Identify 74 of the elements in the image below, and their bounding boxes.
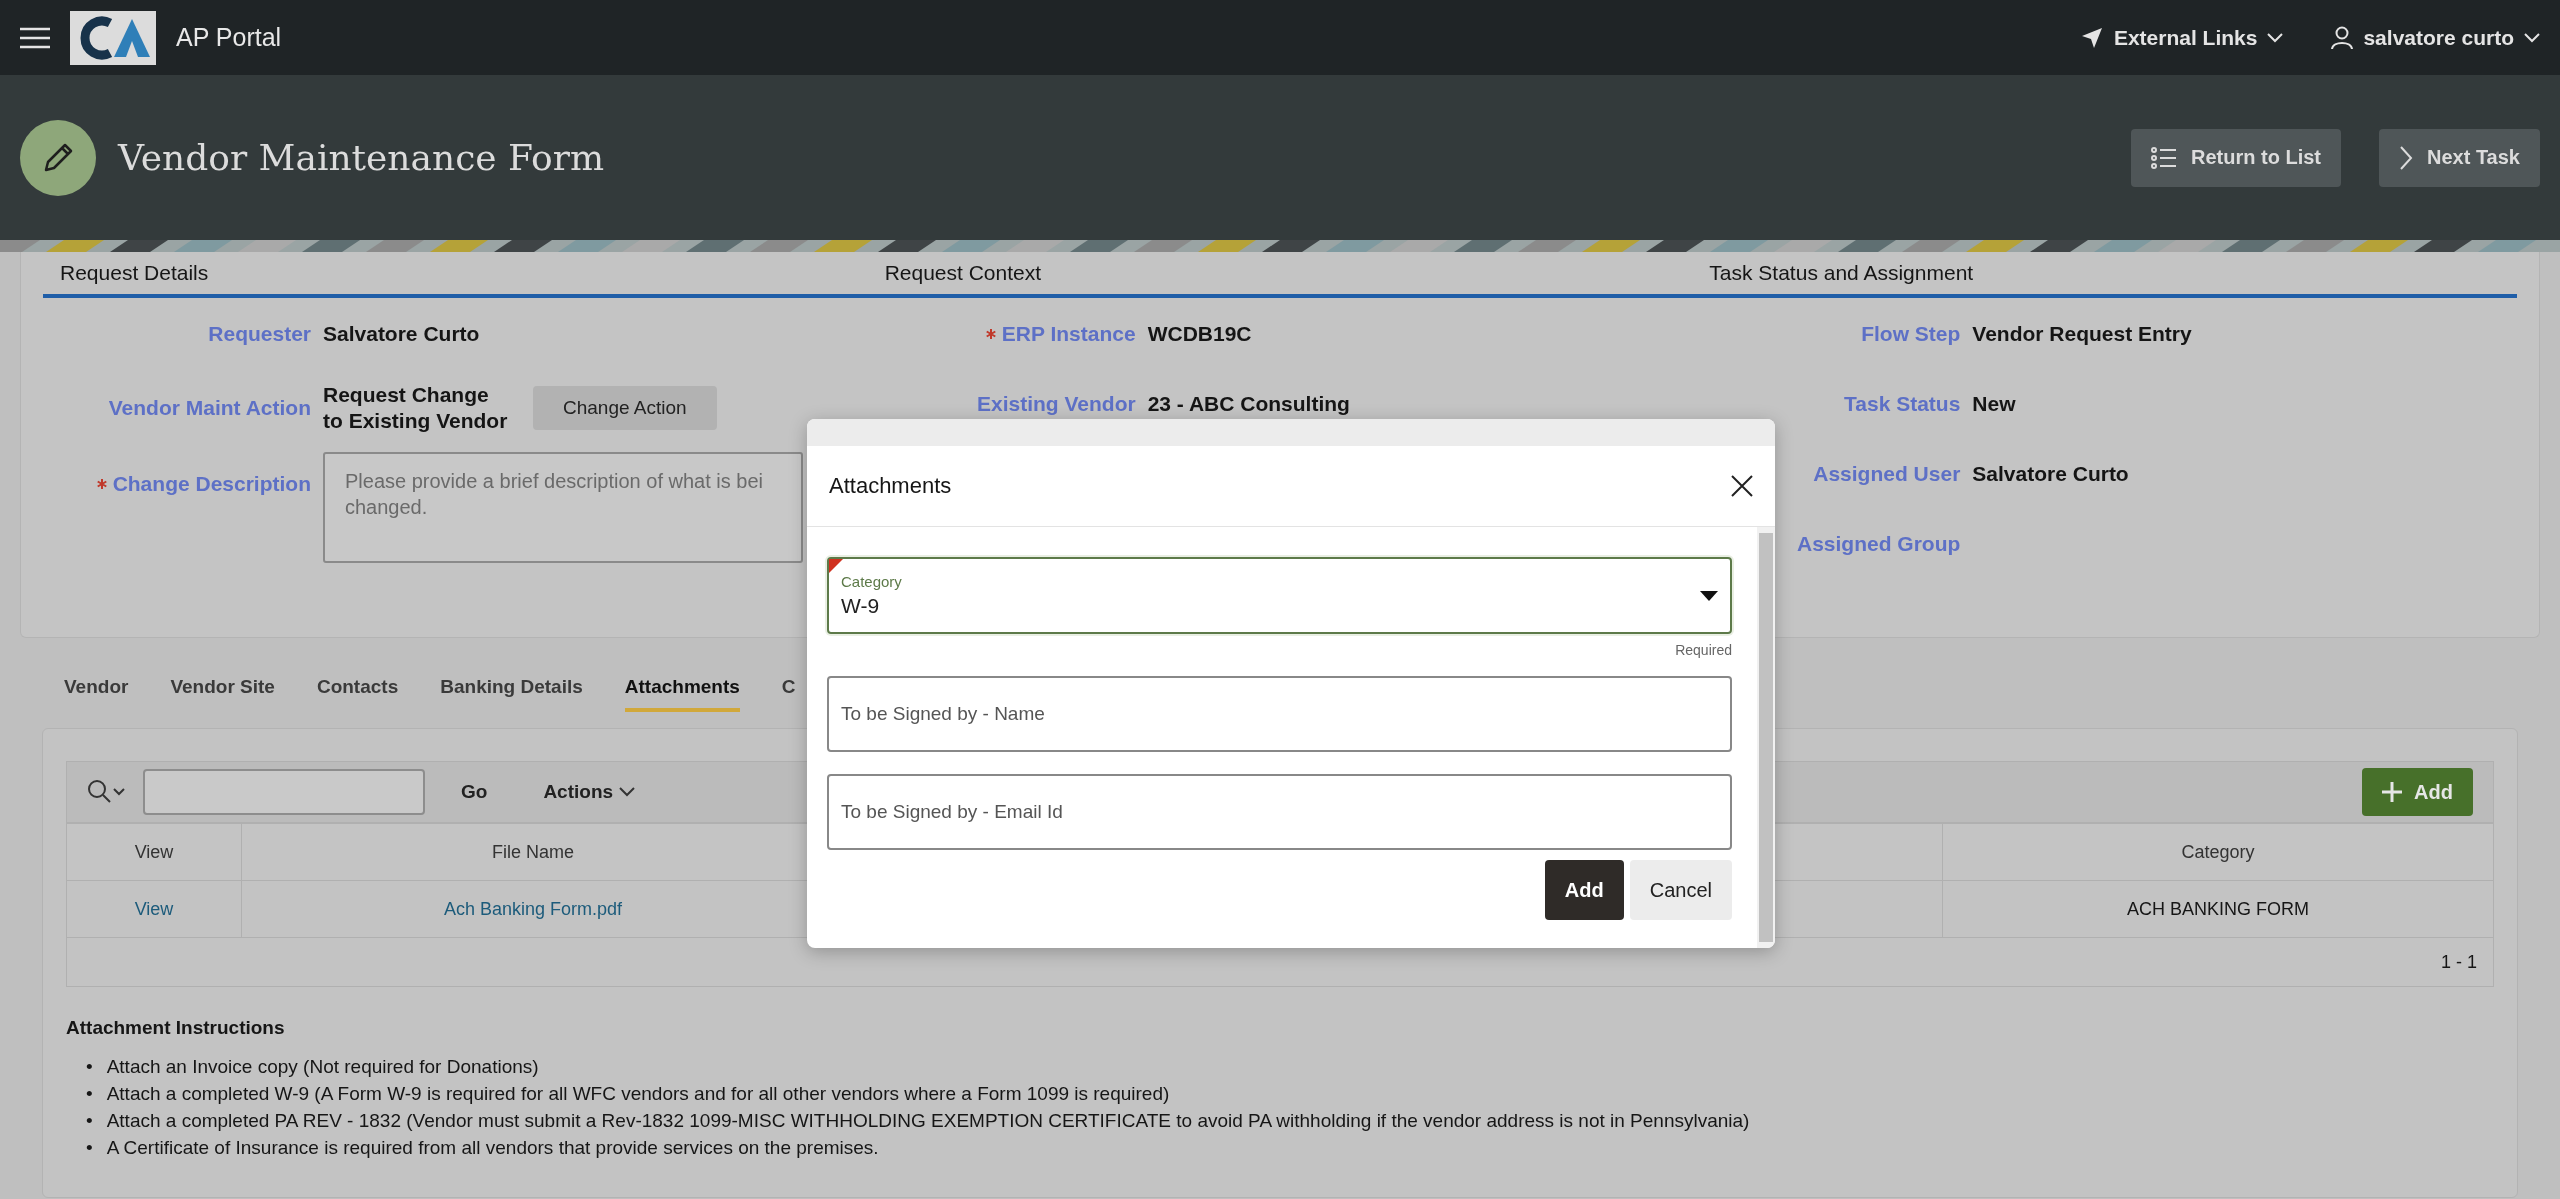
field-value: Request Change to Existing Vendor: [323, 382, 509, 434]
header-button[interactable]: Next Task: [2379, 128, 2540, 187]
table-cell: ACH BANKING FORM: [1942, 880, 2494, 938]
search-icon[interactable]: [87, 779, 127, 805]
instruction-item: A Certificate of Insurance is required from all vendors that provide services on the premises.: [106, 1136, 879, 1160]
scrollbar[interactable]: [1757, 527, 1775, 948]
required-icon: [985, 329, 996, 339]
bullet: •: [86, 1055, 93, 1079]
field-label: Task Status: [1844, 392, 1961, 416]
add-button[interactable]: Add: [2362, 768, 2473, 816]
menu-icon[interactable]: [20, 26, 50, 49]
header-button[interactable]: Return to List: [2131, 128, 2341, 187]
chevron-down-icon: [2267, 32, 2284, 43]
text-input[interactable]: To be Signed by - Name: [827, 676, 1732, 752]
field-label: Flow Step: [1861, 322, 1961, 346]
tab[interactable]: Banking Details: [440, 676, 583, 712]
dialog-button[interactable]: Cancel: [1629, 860, 1732, 920]
category-select[interactable]: Category W-9: [827, 557, 1732, 634]
go-button[interactable]: Go: [441, 781, 508, 803]
chevron-right-icon: [2399, 144, 2413, 171]
tab[interactable]: C: [781, 676, 796, 712]
close-icon[interactable]: [1731, 475, 1753, 497]
field-value: New: [1972, 392, 2017, 416]
required-icon: [96, 479, 107, 489]
field-label: Assigned User: [1813, 462, 1961, 486]
column-header: Category: [1942, 823, 2494, 881]
bullet: •: [86, 1082, 93, 1106]
field-label: Assigned Group: [1796, 532, 1961, 556]
dialog-button[interactable]: Add: [1544, 860, 1624, 920]
field-value: 23 - ABC Consulting: [1147, 392, 1351, 416]
field-value: Salvatore Curto: [323, 322, 481, 346]
field-label: Existing Vendor: [976, 392, 1136, 416]
instructions-title: Attachment Instructions: [66, 1017, 286, 1039]
field-value: WCDB19C: [1147, 322, 1253, 346]
plus-icon: [2382, 782, 2403, 802]
chevron-down-icon: [619, 787, 636, 797]
nav-link[interactable]: External Links: [2079, 25, 2284, 50]
region-title: Request Details: [59, 261, 210, 285]
page-title: Vendor Maintenance Form: [118, 137, 605, 178]
user-icon: [2331, 25, 2354, 50]
pagination-text: 1 - 1: [2440, 951, 2477, 973]
app-title: AP Portal: [176, 23, 282, 52]
field-value: Salvatore Curto: [1972, 462, 2130, 486]
tab[interactable]: Vendor Site: [170, 676, 275, 712]
bullet: •: [86, 1136, 93, 1160]
column-header: View: [66, 823, 242, 881]
field-label: Change Description: [96, 472, 311, 496]
description-textarea[interactable]: Please provide a brief description of what is bei changed.: [323, 452, 803, 563]
view-link[interactable]: View: [66, 880, 242, 938]
select-label: Category: [841, 573, 902, 590]
region-title: Task Status and Assignment: [1708, 261, 1975, 285]
actions-menu[interactable]: Actions: [523, 781, 656, 803]
bullet: •: [86, 1109, 93, 1133]
field-value: Vendor Request Entry: [1972, 322, 2193, 346]
field-label: Vendor Maint Action: [108, 396, 311, 420]
field-label: ERP Instance: [985, 322, 1136, 346]
field-label: Requester: [208, 322, 311, 346]
region-title: Request Context: [883, 261, 1043, 285]
instruction-item: Attach a completed W-9 (A Form W-9 is required for all WFC vendors and for all other vendors where a Form 1099 is required): [106, 1082, 1170, 1106]
tab[interactable]: Vendor: [64, 676, 129, 712]
tab[interactable]: Contacts: [316, 676, 399, 712]
nav-link[interactable]: salvatore curto: [2331, 25, 2540, 50]
change-action-button[interactable]: Change Action: [533, 386, 717, 430]
chevron-down-icon: [2524, 32, 2540, 43]
dropdown-arrow-icon: [1700, 590, 1718, 601]
tab[interactable]: Attachments: [624, 676, 740, 712]
instruction-item: Attach an Invoice copy (Not required for Donations): [106, 1055, 539, 1079]
select-value: W-9: [841, 594, 881, 618]
instruction-item: Attach a completed PA REV - 1832 (Vendor must submit a Rev-1832 1099-MISC WITHHOLDING EXEMPTION CERTIFICATE to avoid PA withholding if the vendor address is not in Pennsylvania): [106, 1109, 1750, 1133]
list-icon: [2151, 145, 2177, 170]
dialog-title: Attachments: [829, 473, 952, 499]
required-hint: Required: [1674, 642, 1732, 658]
search-field[interactable]: [143, 769, 425, 815]
text-input[interactable]: To be Signed by - Email Id: [827, 774, 1732, 850]
